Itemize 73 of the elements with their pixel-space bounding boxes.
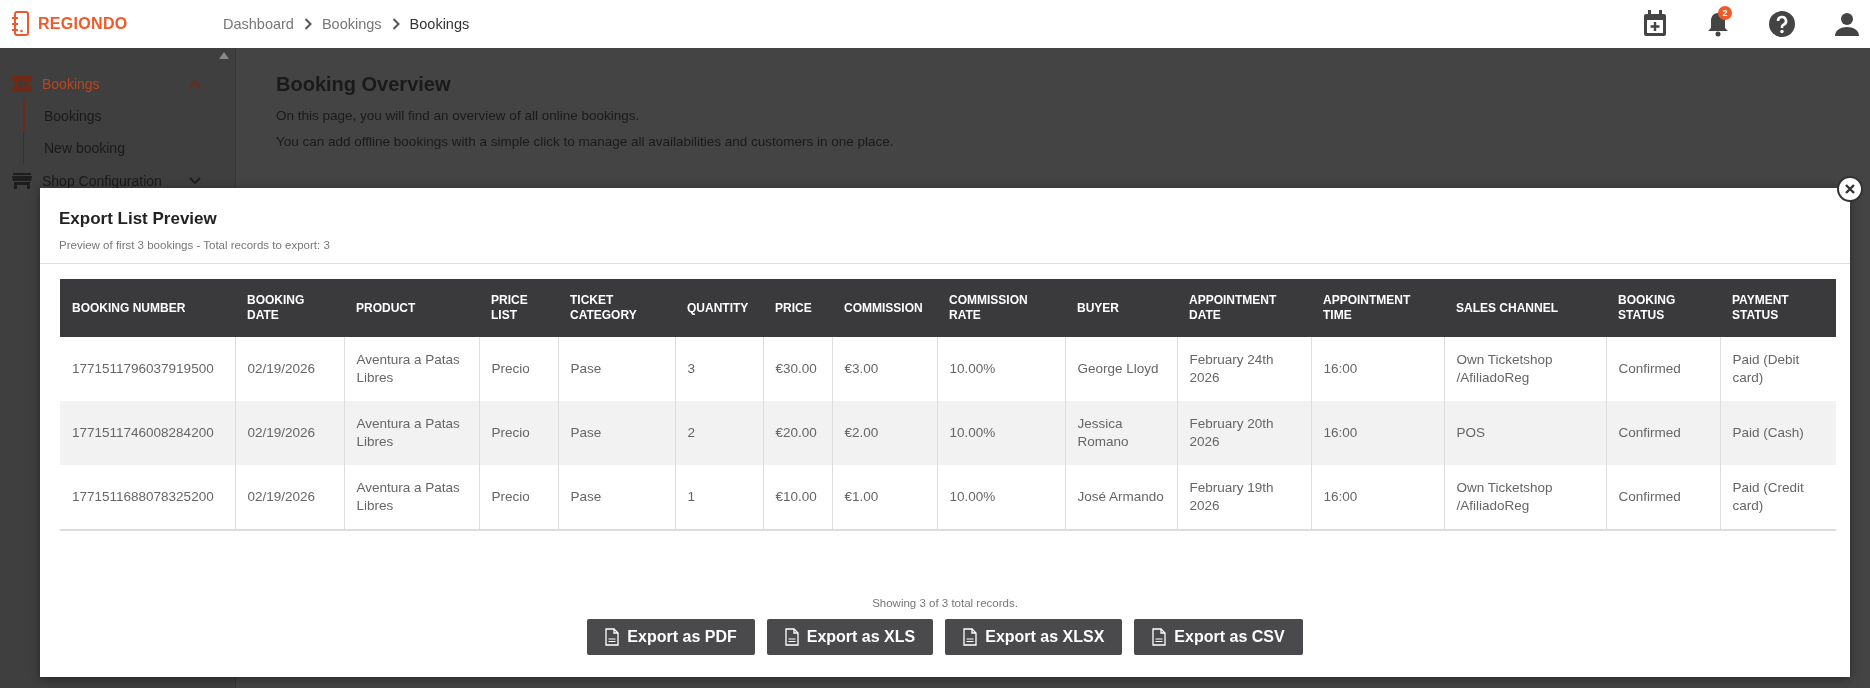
table-cell: 10.00% [937, 401, 1065, 465]
table-cell: Aventura a Patas Libres [344, 401, 479, 465]
export-button[interactable]: Export as XLS [766, 619, 934, 655]
column-header: PRICE LIST [479, 279, 558, 337]
chevron-right-icon [391, 18, 400, 30]
column-header: COMMISSION RATE [937, 279, 1065, 337]
dialog-subtitle: Preview of first 3 bookings - Total records to export: 3 [59, 239, 331, 251]
file-icon [963, 628, 978, 646]
column-header: COMMISSION [832, 279, 937, 337]
logo-text[interactable]: REGIONDO [38, 15, 128, 33]
table-cell: Paid (Credit card) [1720, 465, 1836, 530]
table-cell: February 19th 2026 [1177, 465, 1311, 530]
column-header: APPOINTMENT TIME [1311, 279, 1444, 337]
column-header: PRODUCT [344, 279, 479, 337]
table-cell: 02/19/2026 [235, 465, 344, 530]
table-cell: 1771511796037919500 [60, 337, 235, 401]
store-icon [12, 172, 32, 190]
table-cell: Precio [479, 465, 558, 530]
table-cell: €1.00 [832, 465, 937, 530]
column-header: BOOKING DATE [235, 279, 344, 337]
column-header: BUYER [1065, 279, 1177, 337]
table-cell: 1771511746008284200 [60, 401, 235, 465]
table-cell: €2.00 [832, 401, 937, 465]
user-icon[interactable] [1834, 11, 1860, 37]
column-header: SALES CHANNEL [1444, 279, 1606, 337]
table-cell: 16:00 [1311, 465, 1444, 530]
column-header: PAYMENT STATUS [1720, 279, 1836, 337]
scroll-up-icon[interactable] [219, 52, 229, 59]
file-icon [784, 628, 799, 646]
records-summary: Showing 3 of 3 total records. [872, 597, 1018, 609]
file-icon [605, 628, 620, 646]
breadcrumb: Bookings [409, 16, 470, 32]
column-header: BOOKING STATUS [1606, 279, 1720, 337]
table-cell: Paid (Cash) [1720, 401, 1836, 465]
table-cell: Aventura a Patas Libres [344, 465, 479, 530]
table-cell: 2 [675, 401, 763, 465]
column-header: APPOINTMENT DATE [1177, 279, 1311, 337]
table-cell: 16:00 [1311, 401, 1444, 465]
table-cell: Confirmed [1606, 401, 1720, 465]
help-icon[interactable] [1768, 10, 1796, 38]
ticket-icon [12, 76, 32, 92]
column-header: QUANTITY [675, 279, 763, 337]
breadcrumb[interactable]: Dashboard [223, 16, 294, 32]
table-cell: Pase [558, 401, 675, 465]
notification-badge: 2 [1718, 6, 1732, 20]
column-header: BOOKING NUMBER [60, 279, 235, 337]
dialog-title: Export List Preview [59, 209, 218, 229]
table-cell: 10.00% [937, 465, 1065, 530]
close-button[interactable] [1837, 176, 1863, 202]
table-cell: February 20th 2026 [1177, 401, 1311, 465]
table-cell: €10.00 [763, 465, 832, 530]
breadcrumb[interactable]: Bookings [321, 16, 382, 32]
table-cell: Confirmed [1606, 465, 1720, 530]
table-cell: 1 [675, 465, 763, 530]
file-icon [1152, 628, 1167, 646]
close-icon [1844, 183, 1856, 195]
chevron-right-icon [303, 18, 312, 30]
table-cell: José Armando [1065, 465, 1177, 530]
column-header: TICKET CATEGORY [558, 279, 675, 337]
table-cell: Own Ticketshop /AfiliadoReg [1444, 465, 1606, 530]
export-button[interactable]: Export as PDF [587, 619, 755, 655]
logo-icon [10, 10, 32, 38]
table-cell: POS [1444, 401, 1606, 465]
table-cell: Jessica Romano [1065, 401, 1177, 465]
column-header: PRICE [763, 279, 832, 337]
table-cell: 1771511688078325200 [60, 465, 235, 530]
table-cell: 02/19/2026 [235, 401, 344, 465]
export-button[interactable]: Export as XLSX [945, 619, 1123, 655]
table-cell: €20.00 [763, 401, 832, 465]
table-cell: Pase [558, 465, 675, 530]
table-cell: Precio [479, 401, 558, 465]
export-button[interactable]: Export as CSV [1134, 619, 1303, 655]
calendar-plus-icon[interactable] [1642, 10, 1668, 38]
